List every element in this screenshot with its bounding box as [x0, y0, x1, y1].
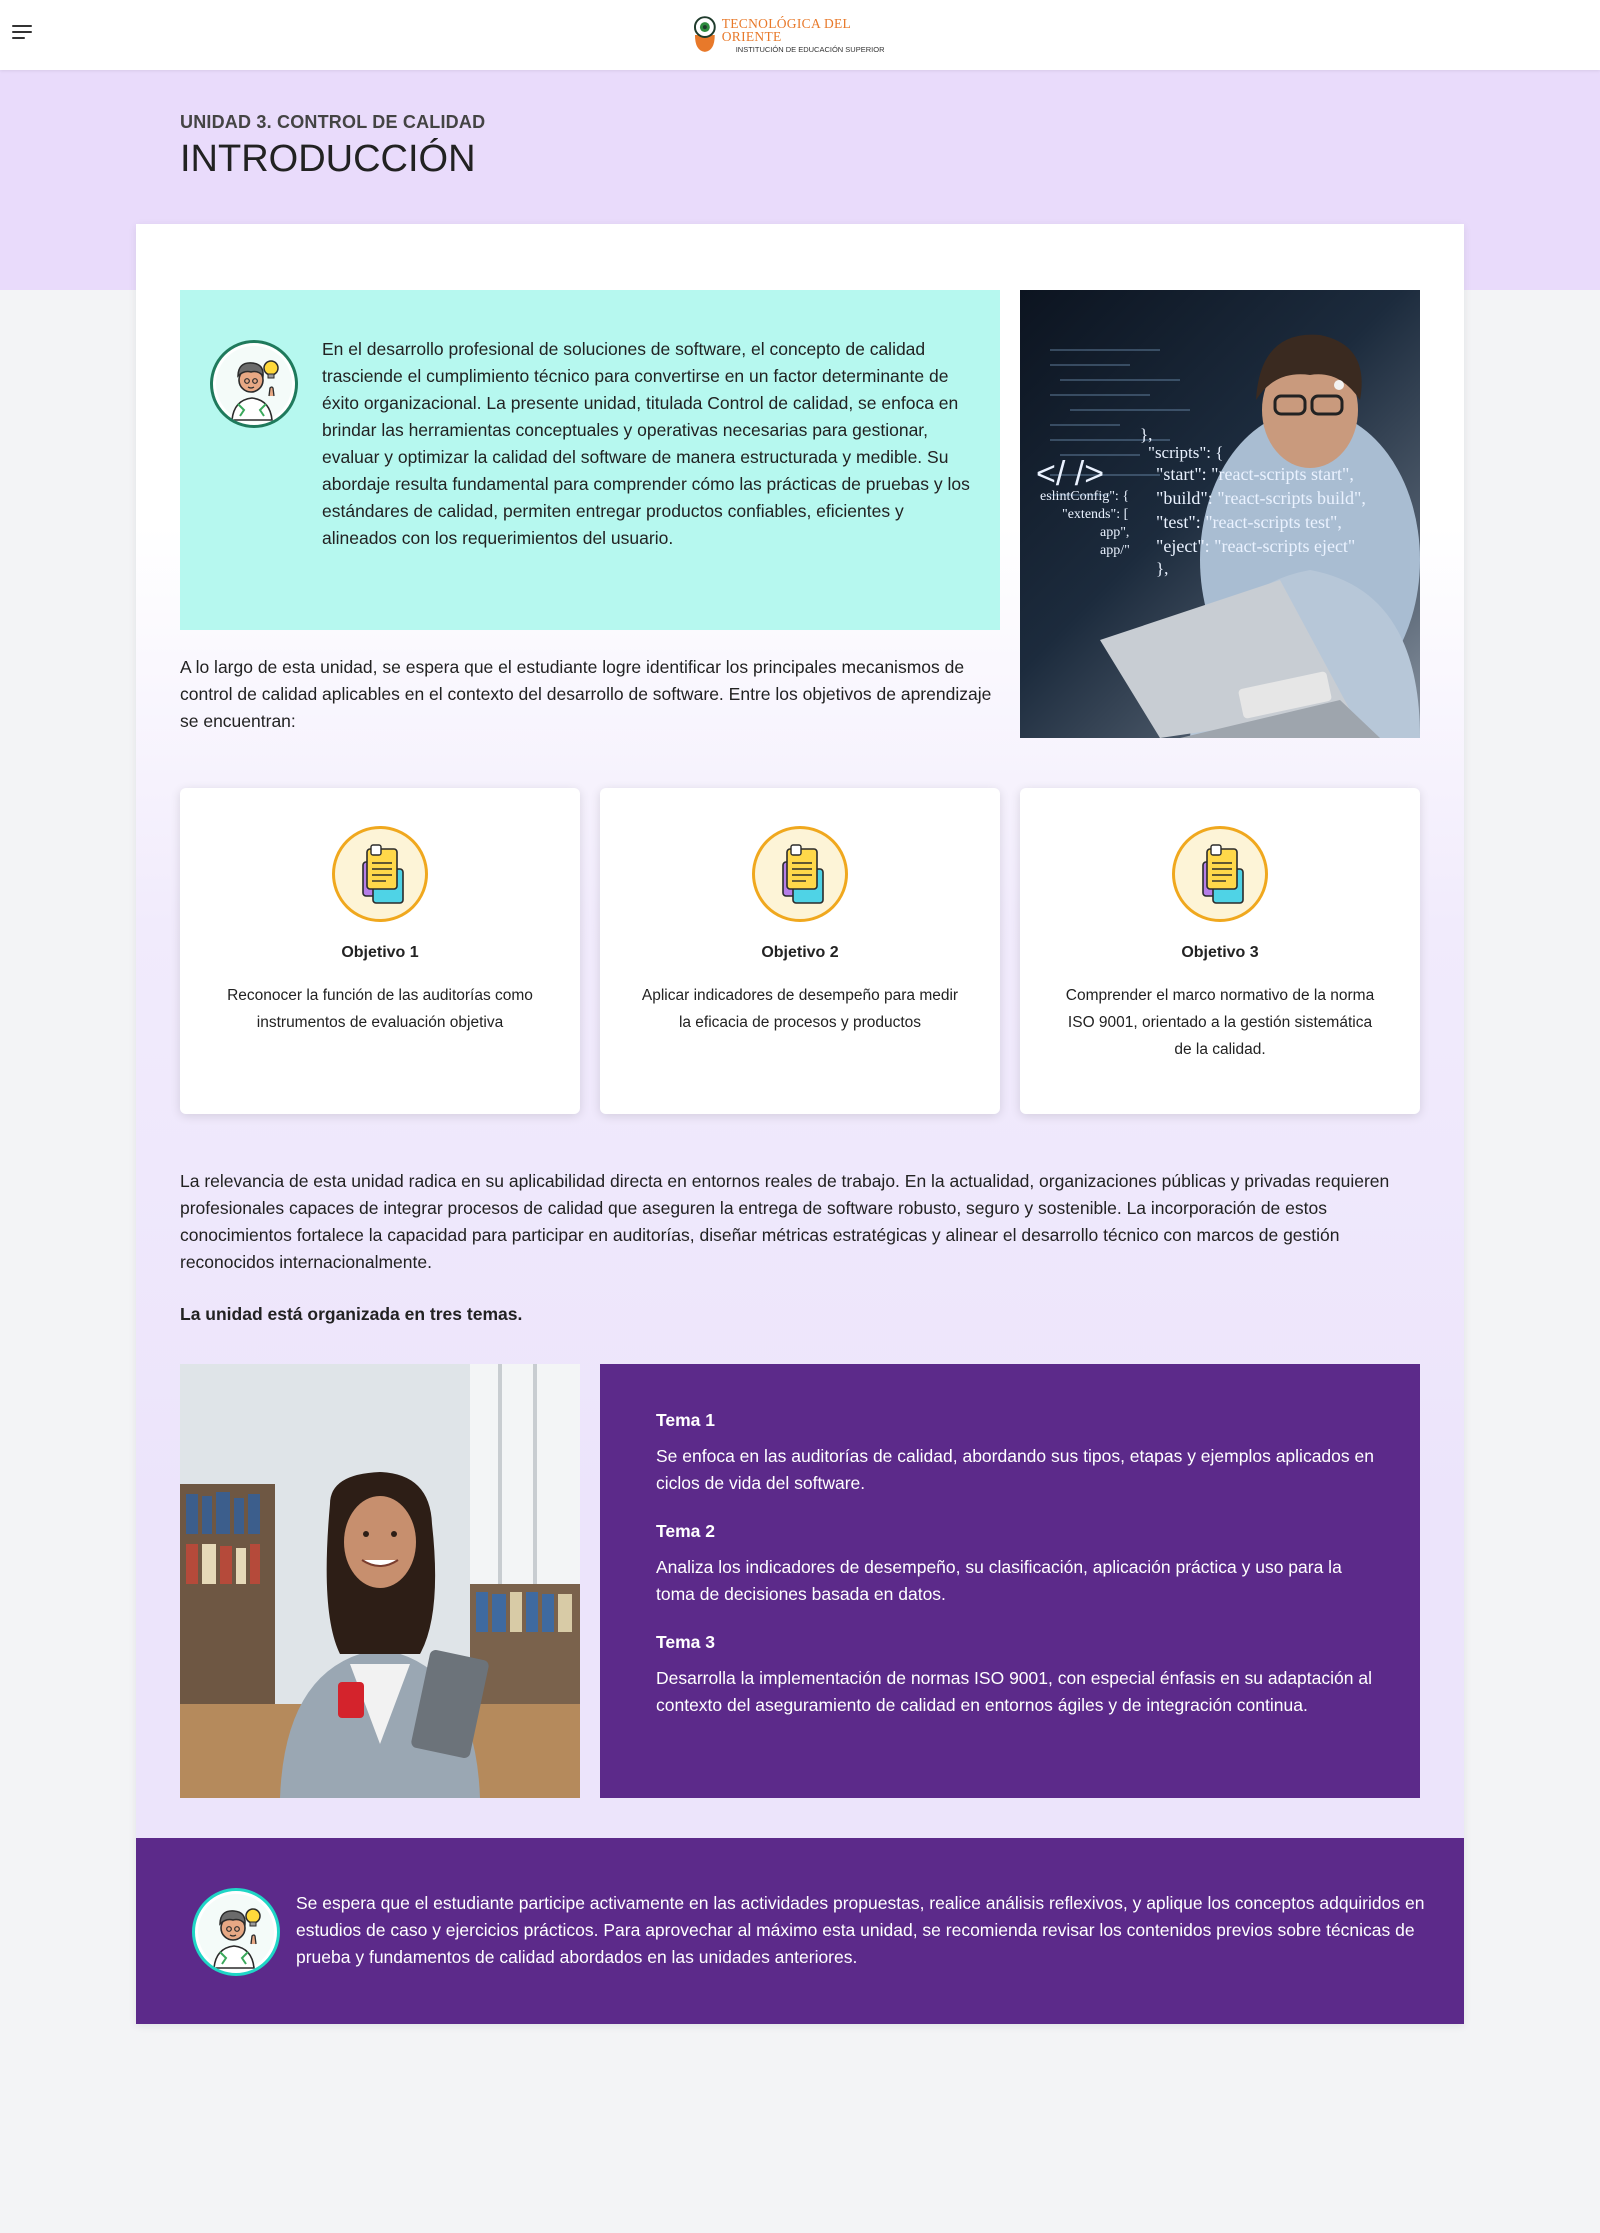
code-line: "test": "react-scripts test", — [1156, 512, 1342, 532]
code-line: app", — [1100, 525, 1129, 540]
organization-note: La unidad está organizada en tres temas. — [180, 1304, 523, 1324]
code-line: eslintConfig": { — [1040, 489, 1129, 504]
page-title: INTRODUCCIÓN — [180, 138, 476, 180]
objective-card: Objetivo 3 Comprender el marco normativo… — [1020, 788, 1420, 1114]
objective-description: Aplicar indicadores de desempeño para me… — [641, 987, 959, 1031]
code-line: "extends": [ — [1062, 507, 1129, 522]
theme-description: Se enfoca en las auditorías de calidad, … — [656, 1446, 1374, 1493]
code-line: app/" — [1100, 543, 1130, 558]
code-line: "scripts": { — [1148, 443, 1223, 462]
code-line: "eject": "react-scripts eject" — [1156, 536, 1355, 556]
objective-description: Comprender el marco normativo de la norm… — [1065, 987, 1375, 1058]
unit-label: UNIDAD 3. CONTROL DE CALIDAD — [180, 112, 486, 132]
documents-icon — [332, 826, 428, 922]
code-line: "start": "react-scripts start", — [1156, 464, 1354, 484]
theme-description: Desarrolla la implementación de normas I… — [656, 1668, 1372, 1715]
logo-mark-icon — [693, 16, 716, 52]
code-line: }, — [1140, 425, 1152, 444]
hamburger-menu-icon[interactable] — [12, 25, 34, 45]
theme-item: Tema 1 Se enfoca en las auditorías de ca… — [656, 1410, 1376, 1497]
institution-logo[interactable]: TECNOLÓGICA DEL ORIENTE INSTITUCIÓN DE E… — [692, 15, 912, 55]
theme-item: Tema 3 Desarrolla la implementación de n… — [656, 1632, 1376, 1719]
code-symbol: </ /> — [1036, 455, 1104, 493]
objectives-row: Objetivo 1 Reconocer la función de las a… — [180, 788, 1420, 1114]
logo-title: TECNOLÓGICA DEL ORIENTE — [721, 15, 851, 45]
closing-paragraph: Se espera que el estudiante participe ac… — [296, 1893, 1425, 1967]
developer-photo: </ /> }, "scripts": {"start": "react-scri… — [1020, 290, 1420, 738]
objectives-intro-paragraph: A lo largo de esta unidad, se espera que… — [180, 657, 992, 731]
content-card: En el desarrollo profesional de solucion… — [136, 224, 1464, 2024]
student-idea-avatar-icon — [192, 1888, 280, 1976]
relevance-paragraph: La relevancia de esta unidad radica en s… — [180, 1171, 1390, 1272]
student-idea-avatar-icon — [210, 340, 298, 428]
objective-title: Objetivo 2 — [761, 944, 839, 961]
theme-description: Analiza los indicadores de desempeño, su… — [656, 1557, 1342, 1604]
code-line: "build": "react-scripts build", — [1156, 488, 1366, 508]
intro-box: En el desarrollo profesional de solucion… — [180, 290, 1000, 630]
closing-note: Se espera que el estudiante participe ac… — [136, 1838, 1464, 2024]
theme-title: Tema 2 — [656, 1521, 716, 1541]
objective-title: Objetivo 1 — [341, 944, 419, 961]
theme-title: Tema 1 — [656, 1410, 716, 1430]
theme-item: Tema 2 Analiza los indicadores de desemp… — [656, 1521, 1376, 1608]
objective-card: Objetivo 2 Aplicar indicadores de desemp… — [600, 788, 1000, 1114]
top-bar: TECNOLÓGICA DEL ORIENTE INSTITUCIÓN DE E… — [0, 0, 1600, 70]
student-photo — [180, 1364, 580, 1798]
documents-icon — [752, 826, 848, 922]
themes-panel: Tema 1 Se enfoca en las auditorías de ca… — [600, 1364, 1420, 1798]
intro-paragraph: En el desarrollo profesional de solucion… — [322, 339, 970, 548]
code-line: }, — [1156, 559, 1168, 578]
theme-title: Tema 3 — [656, 1632, 716, 1652]
objective-title: Objetivo 3 — [1181, 944, 1259, 961]
objective-card: Objetivo 1 Reconocer la función de las a… — [180, 788, 580, 1114]
objective-description: Reconocer la función de las auditorías c… — [227, 987, 533, 1031]
documents-icon — [1172, 826, 1268, 922]
logo-subtitle: INSTITUCIÓN DE EDUCACIÓN SUPERIOR — [735, 44, 885, 54]
